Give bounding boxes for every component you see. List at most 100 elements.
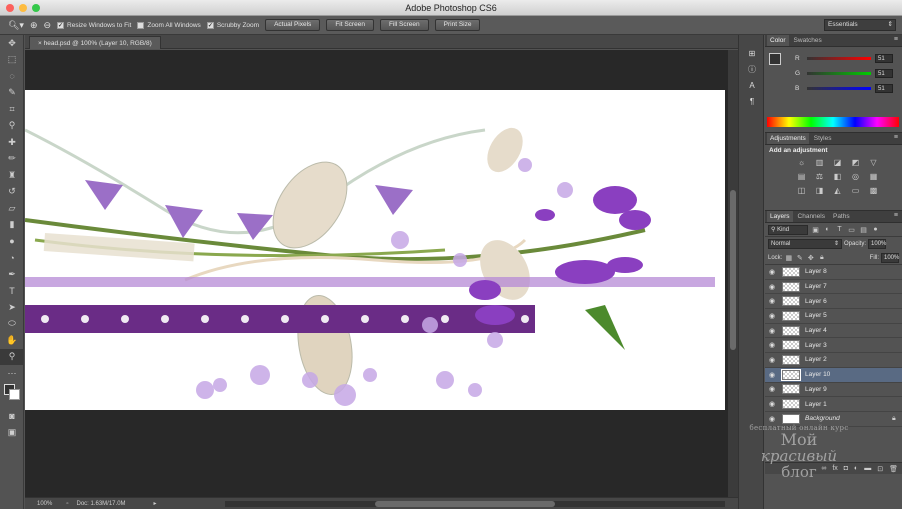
zoom-in-icon[interactable]: ⊕	[30, 20, 38, 31]
marquee-tool-icon[interactable]: ⬚	[0, 52, 24, 69]
filter-kind-select[interactable]: ⚲ Kind	[768, 224, 808, 235]
selective-color-icon[interactable]: ▩	[867, 185, 880, 196]
tab-layers[interactable]: Layers	[767, 211, 793, 222]
pen-tool-icon[interactable]: ✒	[0, 266, 24, 283]
healing-brush-tool-icon[interactable]: ✚	[0, 134, 24, 151]
path-selection-tool-icon[interactable]: ➤	[0, 299, 24, 316]
dodge-tool-icon[interactable]: ◔	[0, 250, 24, 267]
brush-tool-icon[interactable]: ✏	[0, 151, 24, 168]
status-menu-arrow-icon[interactable]: ▸	[154, 500, 157, 507]
eye-icon[interactable]: ◉	[767, 283, 777, 291]
layer-row[interactable]: ◉ Layer 3	[765, 338, 902, 354]
filter-pixel-icon[interactable]: ▣	[811, 226, 820, 234]
photo-filter-icon[interactable]: ◎	[849, 171, 862, 182]
curves-icon[interactable]: ◪	[831, 157, 844, 168]
eye-icon[interactable]: ◉	[767, 356, 777, 364]
paragraph-panel-icon[interactable]: ¶	[739, 93, 765, 109]
layer-row[interactable]: ◉ Layer 2	[765, 353, 902, 368]
quick-mask-icon[interactable]: ◙	[0, 408, 24, 425]
hand-tool-icon[interactable]: ✋	[0, 332, 24, 349]
print-size-button[interactable]: Print Size	[434, 19, 481, 31]
new-layer-icon[interactable]: ⊡	[877, 465, 883, 473]
zoom-all-windows-checkbox[interactable]: Zoom All Windows	[137, 21, 201, 29]
black-white-icon[interactable]: ◧	[831, 171, 844, 182]
document-tab[interactable]: × head.psd @ 100% (Layer 10, RGB/8)	[29, 36, 161, 49]
blue-value[interactable]: 51	[875, 83, 893, 93]
eye-icon[interactable]: ◉	[767, 268, 777, 276]
eye-icon[interactable]: ◉	[767, 415, 777, 423]
eye-icon[interactable]: ◉	[767, 385, 777, 393]
workspace-select[interactable]: Essentials ⇕	[824, 19, 896, 31]
invert-icon[interactable]: ◫	[795, 185, 808, 196]
vibrance-icon[interactable]: ▽	[867, 157, 880, 168]
panel-menu-icon[interactable]: ≡	[894, 134, 898, 141]
scrubby-zoom-checkbox[interactable]: ✓ Scrubby Zoom	[206, 21, 259, 29]
filter-smart-icon[interactable]: ▤	[859, 226, 868, 234]
tab-color[interactable]: Color	[767, 35, 789, 46]
screen-mode-icon[interactable]: ▣	[0, 424, 24, 441]
posterize-icon[interactable]: ◨	[813, 185, 826, 196]
background-color-swatch[interactable]	[9, 388, 20, 400]
vertical-scroll-thumb[interactable]	[730, 190, 736, 350]
filter-type-icon[interactable]: T	[835, 226, 844, 233]
layer-row[interactable]: ◉ Layer 5	[765, 309, 902, 324]
lasso-tool-icon[interactable]: ◌	[0, 68, 24, 85]
eye-icon[interactable]: ◉	[767, 312, 777, 320]
fit-screen-button[interactable]: Fit Screen	[326, 19, 374, 31]
levels-icon[interactable]: ▥	[813, 157, 826, 168]
blue-slider[interactable]	[807, 86, 871, 90]
color-balance-icon[interactable]: ⚖	[813, 171, 826, 182]
history-panel-icon[interactable]: ⊞	[739, 45, 765, 61]
move-tool-icon[interactable]: ✥	[0, 35, 24, 52]
history-brush-tool-icon[interactable]: ↺	[0, 184, 24, 201]
blur-tool-icon[interactable]: ●	[0, 233, 24, 250]
type-tool-icon[interactable]: T	[0, 283, 24, 300]
eye-icon[interactable]: ◉	[767, 371, 777, 379]
fg-color-swatch[interactable]	[769, 53, 781, 65]
gradient-map-icon[interactable]: ▭	[849, 185, 862, 196]
canvas-area[interactable]	[25, 50, 728, 497]
tab-paths[interactable]: Paths	[830, 211, 853, 222]
zoom-tool-icon[interactable]: ⚲	[0, 348, 24, 365]
foreground-background-colors[interactable]	[0, 382, 24, 404]
red-value[interactable]: 51	[875, 53, 893, 63]
panel-menu-icon[interactable]: ≡	[894, 36, 898, 43]
eye-icon[interactable]: ◉	[767, 297, 777, 305]
tab-swatches[interactable]: Swatches	[791, 35, 825, 46]
tab-adjustments[interactable]: Adjustments	[767, 133, 809, 144]
layer-row[interactable]: ◉ Layer 7	[765, 280, 902, 295]
delete-layer-icon[interactable]: 🗑︎	[889, 465, 898, 473]
shape-tool-icon[interactable]: ⬭	[0, 316, 24, 333]
exposure-icon[interactable]: ◩	[849, 157, 862, 168]
fill-screen-button[interactable]: Fill Screen	[379, 19, 429, 31]
green-value[interactable]: 51	[875, 68, 893, 78]
layer-row[interactable]: ◉ Layer 1	[765, 397, 902, 412]
zoom-level[interactable]: 100%	[37, 501, 52, 507]
red-slider[interactable]	[807, 56, 871, 60]
layer-row[interactable]: ◉ Layer 9	[765, 383, 902, 398]
fill-value[interactable]: 100%	[881, 252, 899, 263]
zoom-tool-icon[interactable]: 🔍︎▾	[8, 20, 24, 31]
gradient-tool-icon[interactable]: ▮	[0, 217, 24, 234]
eye-icon[interactable]: ◉	[767, 327, 777, 335]
filter-adjustment-icon[interactable]: ◐	[823, 226, 832, 233]
lock-position-icon[interactable]: ✥	[806, 254, 815, 262]
lock-image-icon[interactable]: ✎	[795, 254, 804, 262]
new-group-icon[interactable]: ▬	[864, 465, 871, 472]
character-panel-icon[interactable]: A	[739, 77, 765, 93]
color-spectrum[interactable]	[767, 117, 899, 127]
eye-icon[interactable]: ◉	[767, 400, 777, 408]
layer-row[interactable]: ◉ Layer 6	[765, 294, 902, 310]
clone-stamp-tool-icon[interactable]: ♜	[0, 167, 24, 184]
green-slider[interactable]	[807, 71, 871, 75]
blend-mode-select[interactable]: Normal ⇕	[768, 239, 842, 249]
lock-transparent-icon[interactable]: ▦	[784, 254, 793, 262]
document-canvas[interactable]	[25, 90, 725, 410]
zoom-out-icon[interactable]: ⊖	[44, 20, 52, 31]
actual-pixels-button[interactable]: Actual Pixels	[265, 19, 321, 31]
eraser-tool-icon[interactable]: ▱	[0, 200, 24, 217]
quick-selection-tool-icon[interactable]: ✎	[0, 85, 24, 102]
tab-styles[interactable]: Styles	[811, 133, 835, 144]
export-icon[interactable]: ▫	[66, 501, 68, 507]
horizontal-scroll-thumb[interactable]	[375, 501, 555, 507]
